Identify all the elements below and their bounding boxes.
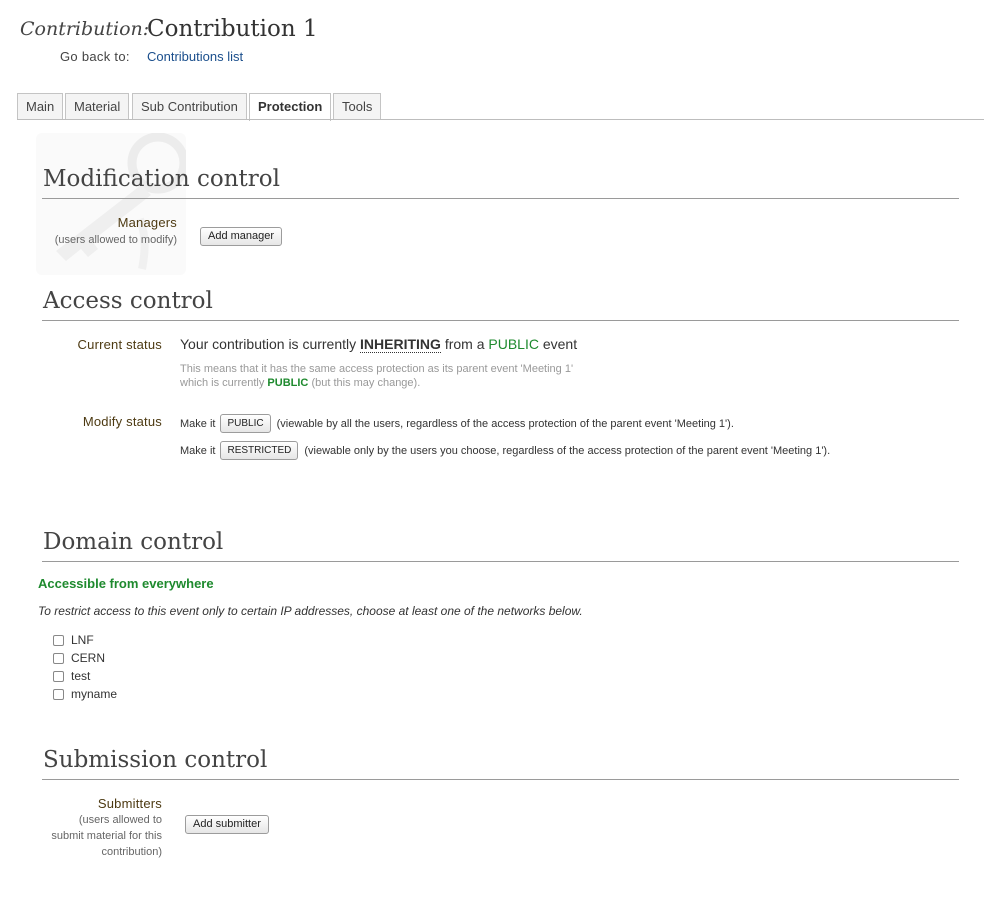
tab-protection[interactable]: Protection [249,93,332,121]
add-submitter-button[interactable]: Add submitter [185,815,269,834]
network-checkbox[interactable] [53,634,64,646]
status-state: INHERITING [360,336,441,353]
network-checkbox[interactable] [53,670,64,682]
current-status-text: Your contribution is currently INHERITIN… [180,336,578,353]
network-label: CERN [71,651,106,665]
page-title: Contribution 1 [147,16,318,42]
section-rule [42,561,959,562]
restricted-description: (viewable only by the users you choose, … [304,444,831,457]
go-back-label: Go back to: [60,49,130,64]
make-public-button[interactable]: PUBLIC [220,414,271,433]
modification-control-title: Modification control [43,166,280,192]
make-restricted-row: Make it RESTRICTED (viewable only by the… [180,441,830,460]
network-label: test [71,669,91,683]
section-rule [42,779,959,780]
make-restricted-button[interactable]: RESTRICTED [220,441,299,460]
section-rule [42,198,959,199]
network-option[interactable]: myname [53,687,117,701]
network-label: myname [71,687,118,701]
section-rule [42,320,959,321]
managers-sublabel: (users allowed to modify) [54,234,177,246]
make-public-row: Make it PUBLIC (viewable by all the user… [180,414,734,433]
contributions-list-link[interactable]: Contributions list [147,49,243,64]
modify-status-label: Modify status [82,414,162,429]
tab-main[interactable]: Main [17,93,64,120]
add-manager-button[interactable]: Add manager [200,227,283,246]
tab-tools[interactable]: Tools [333,93,382,120]
submitters-label: Submitters [97,796,162,811]
network-checkbox[interactable] [53,688,64,700]
submitters-sublabel: (users allowed to submit material for th… [51,814,162,858]
network-option[interactable]: test [53,669,90,683]
network-option[interactable]: CERN [53,651,105,665]
domain-instructions: To restrict access to this event only to… [38,604,583,618]
key-icon [36,132,189,275]
network-option[interactable]: LNF [53,633,94,647]
managers-label: Managers [117,215,177,230]
tab-sub-contribution[interactable]: Sub Contribution [132,93,247,120]
submission-control-title: Submission control [43,747,268,773]
network-checkbox[interactable] [53,652,64,664]
domain-control-title: Domain control [43,529,224,555]
network-label: LNF [71,633,94,647]
parent-status: PUBLIC [488,336,539,352]
tab-material[interactable]: Material [65,93,130,120]
accessible-status: Accessible from everywhere [38,576,214,591]
status-note: This means that it has the same access p… [180,363,574,389]
current-status-label: Current status [77,337,162,352]
public-description: (viewable by all the users, regardless o… [276,417,734,430]
tabbar-divider [17,119,984,120]
access-control-title: Access control [43,288,213,314]
page-label: Contribution: [20,18,150,40]
